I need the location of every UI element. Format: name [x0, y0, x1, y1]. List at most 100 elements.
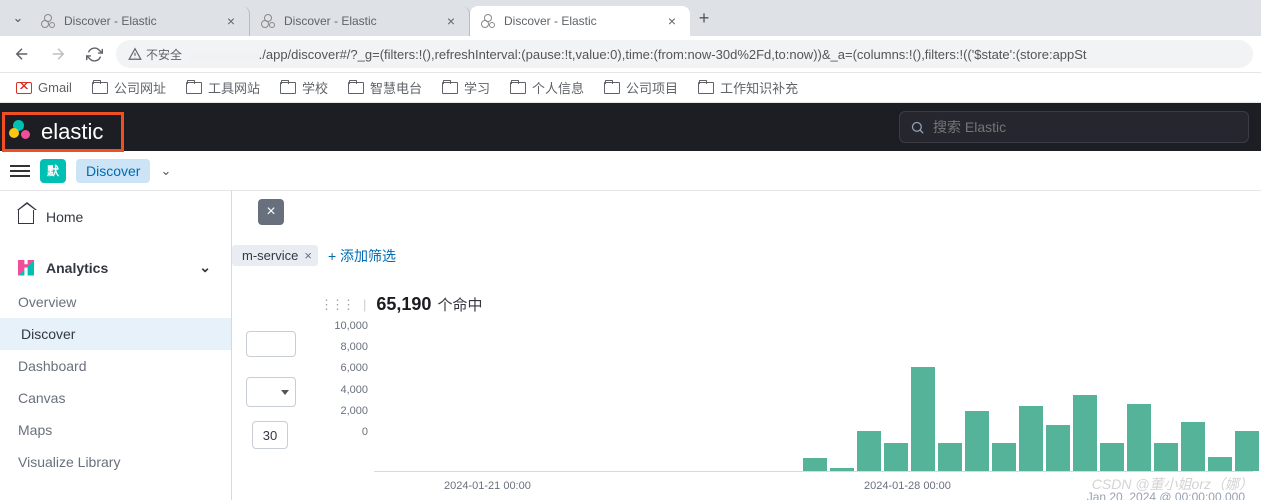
chart-bar[interactable]: [1154, 443, 1178, 471]
space-badge[interactable]: 默: [40, 159, 66, 183]
bookmark-item[interactable]: 个人信息: [502, 75, 592, 101]
bookmark-item[interactable]: 工作知识补充: [690, 75, 806, 101]
field-input[interactable]: [246, 331, 296, 357]
url-bar[interactable]: 不安全 . . . . . . . . . ../app/discover#/?…: [116, 40, 1253, 68]
favicon-icon: [40, 13, 56, 29]
chart-bar[interactable]: [1100, 443, 1124, 471]
chart-bar[interactable]: [1208, 457, 1232, 471]
folder-icon: [604, 82, 620, 94]
x-tick: 2024-01-21 00:00: [444, 480, 531, 492]
menu-icon[interactable]: [10, 165, 30, 177]
bookmark-item[interactable]: Gmail: [8, 75, 80, 101]
chart-bar[interactable]: [938, 443, 962, 471]
bookmark-label: Gmail: [38, 80, 72, 95]
sidebar-item-overview[interactable]: Overview: [0, 286, 231, 318]
chart-bar[interactable]: [1181, 422, 1205, 471]
sub-header: 默 Discover ⌄: [0, 151, 1261, 191]
body: Home Analytics ⌄ OverviewDiscoverDashboa…: [0, 191, 1261, 500]
bookmark-label: 智慧电台: [370, 78, 422, 97]
bookmark-label: 学校: [302, 78, 328, 97]
search-input[interactable]: [933, 119, 1238, 135]
divider-icon: |: [363, 297, 366, 312]
bookmark-label: 工具网站: [208, 78, 260, 97]
hits-count: 65,190: [376, 294, 431, 315]
chart-bar[interactable]: [1235, 431, 1259, 471]
close-icon[interactable]: ×: [443, 13, 459, 29]
folder-icon: [280, 82, 296, 94]
chart-bar[interactable]: [830, 468, 854, 471]
x-tick: 2024-01-28 00:00: [864, 480, 951, 492]
bookmark-item[interactable]: 公司网址: [84, 75, 174, 101]
filter-pill[interactable]: m-service ×: [232, 245, 318, 266]
sidebar-item-maps[interactable]: Maps: [0, 414, 231, 446]
analytics-icon: [18, 260, 34, 276]
close-icon[interactable]: ×: [223, 13, 239, 29]
address-bar-row: 不安全 . . . . . . . . . ../app/discover#/?…: [0, 36, 1261, 73]
sidebar-item-home[interactable]: Home: [0, 199, 231, 235]
interval-box[interactable]: 30: [252, 421, 288, 449]
chart-bar[interactable]: [965, 411, 989, 471]
sidebar-item-dashboard[interactable]: Dashboard: [0, 350, 231, 382]
side-nav: Home Analytics ⌄ OverviewDiscoverDashboa…: [0, 191, 232, 500]
y-tick: 8,000: [332, 341, 368, 353]
insecure-badge[interactable]: 不安全: [128, 46, 182, 63]
bookmark-label: 工作知识补充: [720, 78, 798, 97]
tabs-chevron-icon[interactable]: ⌄: [6, 10, 30, 26]
brand-highlight: elastic: [2, 112, 124, 152]
close-icon[interactable]: ×: [304, 248, 312, 263]
sidebar-group-analytics[interactable]: Analytics ⌄: [0, 249, 231, 286]
new-tab-button[interactable]: +: [690, 8, 718, 29]
sidebar-item-visualize-library[interactable]: Visualize Library: [0, 446, 231, 478]
tab-1[interactable]: Discover - Elastic ×: [250, 6, 470, 36]
folder-icon: [92, 82, 108, 94]
tab-2[interactable]: Discover - Elastic ×: [470, 6, 690, 36]
bookmark-label: 个人信息: [532, 78, 584, 97]
close-icon[interactable]: ×: [664, 13, 680, 29]
elastic-header: elastic: [0, 103, 1261, 151]
tab-0[interactable]: Discover - Elastic ×: [30, 6, 250, 36]
sidebar-item-discover[interactable]: Discover: [0, 318, 231, 350]
forward-button[interactable]: [44, 40, 72, 68]
folder-icon: [510, 82, 526, 94]
global-search[interactable]: [899, 111, 1249, 143]
app-name-pill[interactable]: Discover: [76, 159, 150, 183]
chart-bar[interactable]: [857, 431, 881, 471]
field-select[interactable]: [246, 377, 296, 407]
folder-icon: [186, 82, 202, 94]
bookmark-item[interactable]: 公司项目: [596, 75, 686, 101]
chart-bar[interactable]: [884, 443, 908, 471]
back-button[interactable]: [8, 40, 36, 68]
folder-icon: [348, 82, 364, 94]
chevron-down-icon[interactable]: ⌄: [160, 163, 171, 179]
tab-title: Discover - Elastic: [284, 14, 435, 28]
bookmark-item[interactable]: 工具网站: [178, 75, 268, 101]
elastic-logo-icon: [9, 120, 33, 144]
bookmark-item[interactable]: 智慧电台: [340, 75, 430, 101]
chart-bar[interactable]: [1073, 395, 1097, 471]
bookmarks-bar: Gmail 公司网址 工具网站 学校 智慧电台学习 个人信息公司项目 工作知识补充: [0, 73, 1261, 103]
sidebar-item-label: Home: [46, 209, 83, 225]
sidebar-item-canvas[interactable]: Canvas: [0, 382, 231, 414]
bookmark-label: 公司网址: [114, 78, 166, 97]
chart-bar[interactable]: [1019, 406, 1043, 471]
sidebar-group-label: Analytics: [46, 260, 108, 276]
add-filter-button[interactable]: + 添加筛选: [328, 246, 396, 266]
brand-text: elastic: [41, 119, 103, 145]
chart-bar[interactable]: [911, 367, 935, 471]
warning-icon: [128, 47, 142, 61]
bookmark-item[interactable]: 学校: [272, 75, 336, 101]
chart-plot[interactable]: [374, 326, 1253, 472]
close-panel-button[interactable]: ×: [258, 199, 284, 225]
chart-bar[interactable]: [992, 443, 1016, 471]
bookmark-item[interactable]: 学习: [434, 75, 498, 101]
gmail-icon: [16, 82, 32, 94]
favicon-icon: [480, 13, 496, 29]
hits-row: ⋮⋮⋮ | 65,190 个命中: [320, 294, 482, 315]
chart-bar[interactable]: [1127, 404, 1151, 471]
filter-pill-label: m-service: [242, 248, 298, 263]
reload-button[interactable]: [80, 40, 108, 68]
hits-text: 个命中: [437, 294, 482, 315]
drag-icon[interactable]: ⋮⋮⋮: [320, 297, 353, 313]
chart-bar[interactable]: [803, 458, 827, 471]
chart-bar[interactable]: [1046, 425, 1070, 471]
